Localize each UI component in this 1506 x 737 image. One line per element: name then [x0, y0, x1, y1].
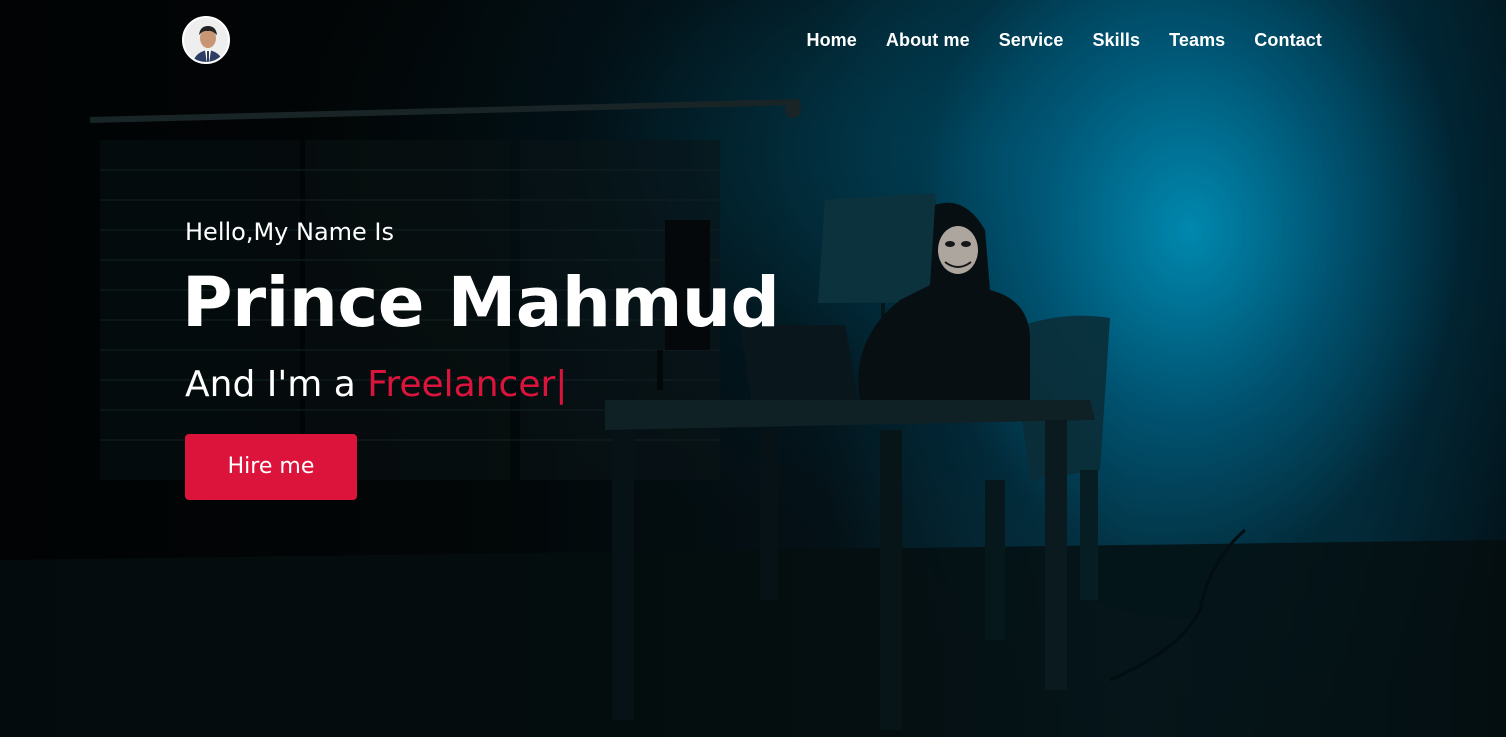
role-highlight: Freelancer: [367, 363, 556, 405]
profile-photo-avatar-icon: [184, 18, 228, 62]
nav-link-skills[interactable]: Skills: [1092, 30, 1140, 51]
role-prefix: And I'm a: [185, 363, 356, 405]
nav-link-home[interactable]: Home: [806, 30, 856, 51]
nav-link-about-me[interactable]: About me: [886, 30, 970, 51]
hero-name: Prince Mahmud: [182, 263, 780, 343]
nav-link-contact[interactable]: Contact: [1254, 30, 1322, 51]
hero-section: Home About me Service Skills Teams Conta…: [0, 0, 1506, 737]
typing-cursor: |: [555, 363, 568, 405]
hero-greeting: Hello,My Name Is: [185, 218, 395, 246]
nav-menu: Home About me Service Skills Teams Conta…: [806, 30, 1322, 51]
hire-me-button[interactable]: Hire me: [185, 433, 357, 500]
nav-link-teams[interactable]: Teams: [1169, 30, 1225, 51]
hero-role: And I'm a Freelancer|: [185, 363, 779, 406]
nav-link-service[interactable]: Service: [999, 30, 1064, 51]
hero-content: Hello,My Name Is Prince Mahmud And I'm a…: [182, 218, 780, 500]
top-navigation: Home About me Service Skills Teams Conta…: [182, 16, 1322, 64]
avatar[interactable]: [182, 16, 230, 64]
